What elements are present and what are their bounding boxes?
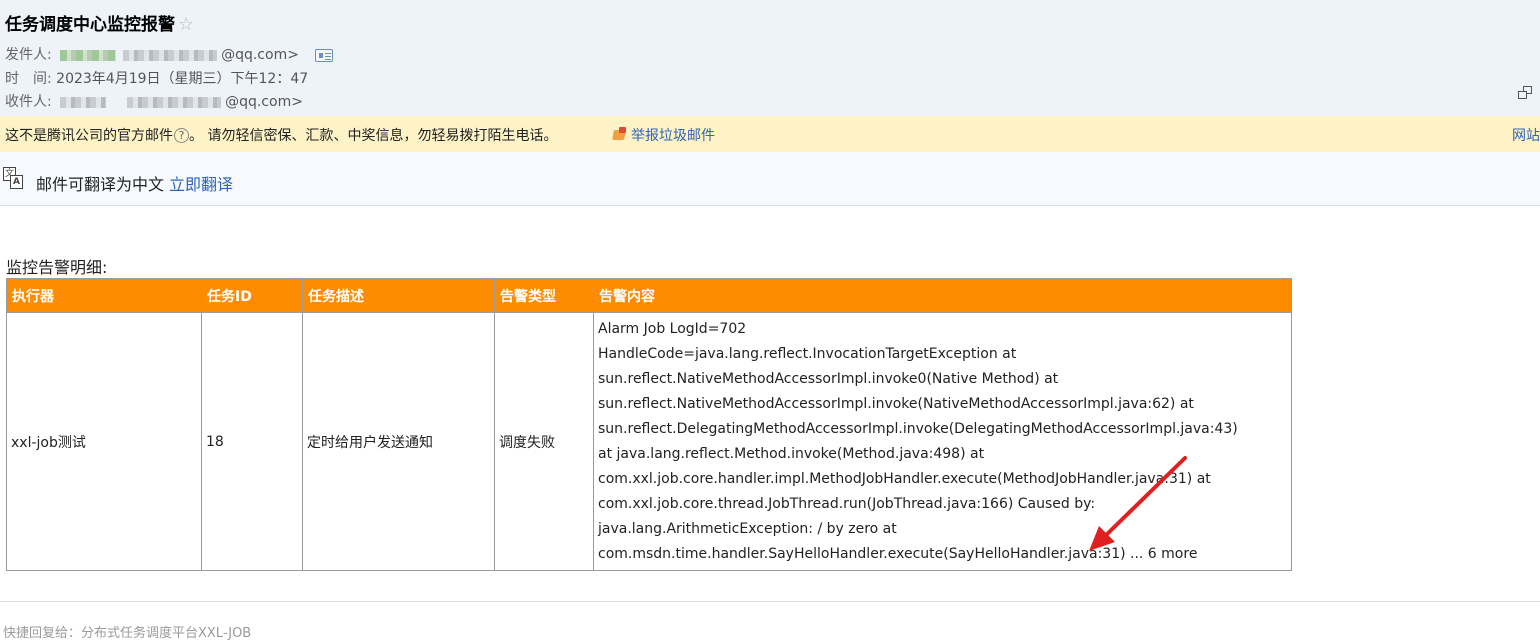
help-icon[interactable]: ? [174,128,189,143]
col-alarm-type: 告警类型 [494,278,594,313]
security-warning-bar: 这不是腾讯公司的官方邮件?。 请勿轻信密保、汇款、中奖信息，勿轻易拨打陌生电话。… [0,116,1540,152]
table-row: xxl-job测试 18 定时给用户发送通知 调度失败 Alarm Job Lo… [6,312,1292,571]
cell-task-id: 18 [201,312,303,571]
alarm-line: com.xxl.job.core.handler.impl.MethodJobH… [598,470,1211,487]
warning-text-suffix: 。 请勿轻信密保、汇款、中奖信息，勿轻易拨打陌生电话。 [189,128,558,144]
col-task-desc: 任务描述 [302,278,495,313]
recipient-address-blurred [126,96,221,108]
popout-window-icon[interactable] [1518,86,1532,100]
mail-subject: 任务调度中心监控报警 ☆ [5,10,194,35]
subject-text: 任务调度中心监控报警 [5,15,175,35]
cell-alarm-type: 调度失败 [494,312,594,571]
recipient-label: 收件人: [5,94,52,110]
sender-label: 发件人: [5,47,52,63]
star-icon[interactable]: ☆ [178,14,194,35]
alarm-line: HandleCode=java.lang.reflect.InvocationT… [598,345,1017,362]
contact-card-icon[interactable] [315,48,334,62]
warning-text-prefix: 这不是腾讯公司的官方邮件 [5,128,173,144]
alarm-line: com.msdn.time.handler.SayHelloHandler.ex… [598,545,1198,562]
translate-icon: 文 A [3,167,23,189]
alarm-line: Alarm Job LogId=702 [598,320,747,337]
table-header-row: 执行器 任务ID 任务描述 告警类型 告警内容 [6,278,1292,313]
col-alarm-content: 告警内容 [593,278,1292,313]
cell-alarm-content: Alarm Job LogId=702 HandleCode=java.lang… [593,312,1292,571]
alarm-line: sun.reflect.NativeMethodAccessorImpl.inv… [598,370,1059,387]
sender-address-blurred [122,49,217,61]
report-spam-link[interactable]: 举报垃圾邮件 [612,125,715,145]
footer-divider [0,601,1540,602]
alarm-detail-title: 监控告警明细: [6,258,108,277]
alarm-line: at java.lang.reflect.Method.invoke(Metho… [598,445,985,462]
cell-executor: xxl-job测试 [6,312,202,571]
alarm-line: sun.reflect.DelegatingMethodAccessorImpl… [598,420,1238,437]
translate-icon-en: A [10,175,23,189]
sender-row: 发件人: @qq.com> [5,44,334,64]
mail-header: 任务调度中心监控报警 ☆ 发件人: @qq.com> 时 间: 2023年4月19… [0,0,1540,116]
recipient-address-suffix[interactable]: @qq.com> [225,94,303,110]
report-flag-icon [612,127,627,141]
time-label: 时 间: [5,71,52,87]
report-spam-label: 举报垃圾邮件 [631,128,715,144]
translate-now-link[interactable]: 立即翻译 [169,171,233,195]
site-link[interactable]: 网站 [1512,125,1540,145]
time-value: 2023年4月19日（星期三）下午12：47 [56,71,309,87]
cell-task-desc: 定时给用户发送通知 [302,312,495,571]
warning-text: 这不是腾讯公司的官方邮件?。 请勿轻信密保、汇款、中奖信息，勿轻易拨打陌生电话。 [5,125,557,145]
alarm-line: com.xxl.job.core.thread.JobThread.run(Jo… [598,495,1096,512]
col-task-id: 任务ID [201,278,303,313]
time-row: 时 间: 2023年4月19日（星期三）下午12：47 [5,68,308,88]
recipient-name-blurred [60,96,107,108]
sender-address-suffix[interactable]: @qq.com> [221,47,299,63]
translate-hint: 邮件可翻译为中文 [36,175,165,194]
alarm-line: sun.reflect.NativeMethodAccessorImpl.inv… [598,395,1194,412]
quick-reply-bar[interactable]: 快捷回复给：分布式任务调度平台XXL-JOB [3,622,251,641]
recipient-row: 收件人: @qq.com> [5,91,303,111]
alarm-line: java.lang.ArithmeticException: / by zero… [598,520,897,537]
col-executor: 执行器 [6,278,202,313]
alarm-table: 执行器 任务ID 任务描述 告警类型 告警内容 xxl-job测试 18 定时给… [6,278,1292,571]
sender-name-blurred [60,49,117,61]
